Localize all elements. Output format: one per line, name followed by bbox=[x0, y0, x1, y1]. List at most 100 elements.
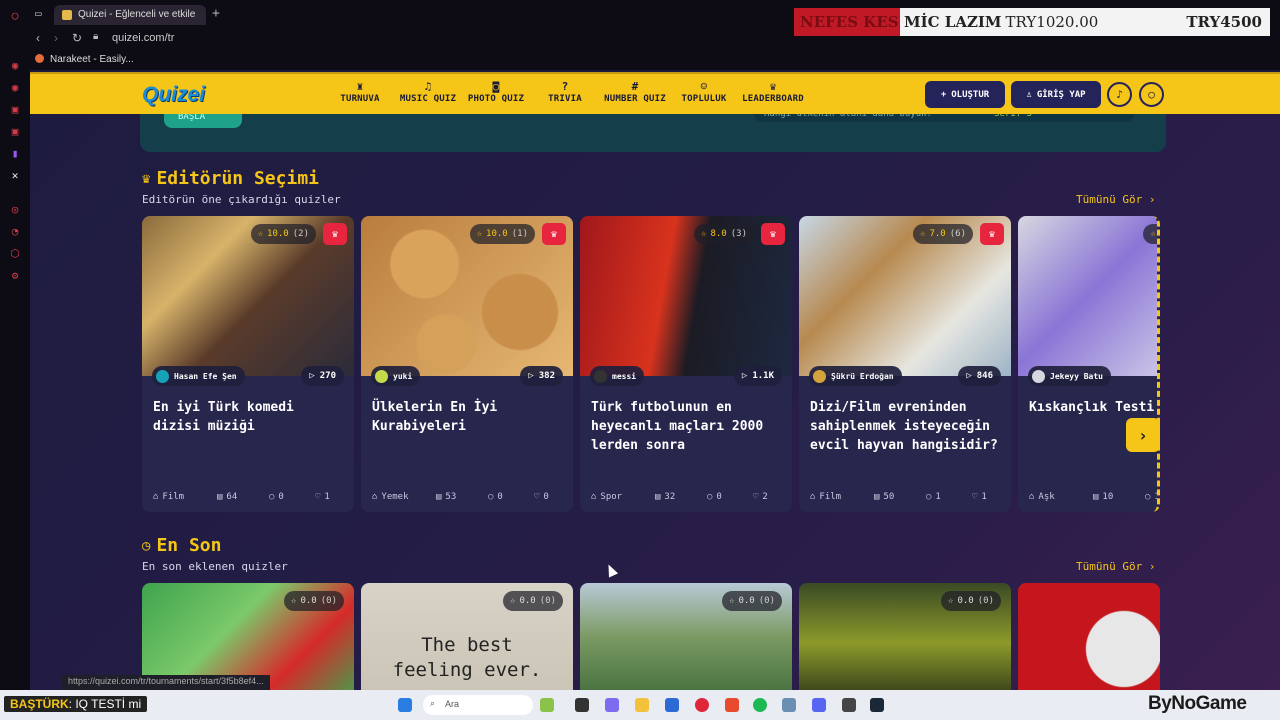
like-count[interactable]: ♡ 0 bbox=[534, 492, 549, 502]
latest-see-all[interactable]: Tümünü Gör › bbox=[1076, 560, 1155, 573]
quiz-title[interactable]: Dizi/Film evreninden sahiplenmek isteyec… bbox=[810, 398, 1004, 455]
quiz-card[interactable]: ☆ 0.0 (0) bbox=[142, 583, 354, 690]
nav-label: MUSIC QUIZ bbox=[399, 94, 457, 104]
quiz-card[interactable]: ☆ 10.0 (2) ♛ Hasan Efe Şen ▷ 270 En iyi Türk ko… bbox=[142, 216, 354, 512]
comments-value: 1 bbox=[935, 492, 941, 502]
users-icon: ☺ bbox=[700, 80, 708, 93]
sidebar-history-icon[interactable]: ◔ bbox=[0, 220, 30, 242]
windows-start-icon[interactable] bbox=[398, 698, 412, 712]
quiz-title[interactable]: En iyi Türk komedi dizisi müziği bbox=[153, 398, 347, 436]
rating-badge: ☆ 10.0 (1) bbox=[469, 224, 535, 244]
nav-music-quiz[interactable]: ♫ MUSIC QUIZ bbox=[396, 80, 460, 104]
quiz-title[interactable]: Kıskançlık Testi bbox=[1029, 398, 1157, 417]
editors-pick-see-all[interactable]: Tümünü Gör › bbox=[1076, 193, 1155, 206]
comment-icon: ○ bbox=[1145, 492, 1151, 502]
tag-icon: ⌂ bbox=[153, 492, 159, 502]
quiz-card[interactable]: ☆ 7.0 (6) ♛ Şükrü Erdoğan ▷ 846 Dizi/Film evren… bbox=[799, 216, 1011, 512]
store-icon[interactable] bbox=[665, 698, 679, 712]
rating-count: (0) bbox=[539, 596, 556, 606]
nav-topluluk[interactable]: ☺ TOPLULUK bbox=[678, 80, 730, 104]
tab-island-icon[interactable]: ▭ bbox=[35, 7, 42, 20]
nav-leaderboard[interactable]: ♛ LEADERBOARD bbox=[738, 80, 808, 104]
network-icon[interactable] bbox=[782, 698, 796, 712]
task-view-icon[interactable] bbox=[575, 698, 589, 712]
rating-value: 10.0 bbox=[267, 229, 289, 239]
forward-icon[interactable]: › bbox=[54, 31, 58, 45]
quiz-title[interactable]: Ülkelerin En İyi Kurabiyeleri bbox=[372, 398, 566, 436]
sidebar-player-icon[interactable]: ◎ bbox=[0, 198, 30, 220]
login-button[interactable]: ♙ GİRİŞ YAP bbox=[1011, 81, 1101, 108]
like-count[interactable]: ♡ 2 bbox=[753, 492, 768, 502]
author-name: yuki bbox=[393, 371, 413, 381]
back-icon[interactable]: ‹ bbox=[36, 31, 40, 45]
like-count[interactable]: ♡ 1 bbox=[315, 492, 330, 502]
nav-turnuva[interactable]: ♜ TURNUVA bbox=[330, 80, 390, 104]
comment-count: ○ 1 bbox=[926, 492, 972, 502]
sidebar-settings-icon[interactable]: ⚙ bbox=[0, 264, 30, 286]
search-icon[interactable]: ○ bbox=[1139, 82, 1164, 107]
taskbar-search[interactable]: ⌕ Ara bbox=[423, 695, 533, 715]
opera-logo-icon[interactable]: ◯ bbox=[0, 0, 30, 30]
obs-icon[interactable] bbox=[842, 698, 856, 712]
author-badge[interactable]: Şükrü Erdoğan bbox=[809, 366, 902, 386]
quizei-logo[interactable]: Quizei bbox=[142, 83, 205, 107]
sidebar-instagram-icon[interactable]: ▣ bbox=[0, 98, 30, 120]
quiz-title[interactable]: Türk futbolunun en heyecanlı maçları 200… bbox=[591, 398, 785, 455]
discord-icon[interactable] bbox=[812, 698, 826, 712]
overlay-right-value: TRY4500 bbox=[1186, 13, 1262, 31]
reload-icon[interactable]: ↻ bbox=[72, 31, 82, 45]
quiz-card[interactable]: ☆ 0.0 (0) bbox=[799, 583, 1011, 690]
rating-count: (6) bbox=[949, 229, 966, 239]
notifications-bell-icon[interactable]: ♪ bbox=[1107, 82, 1132, 107]
crown-icon: ♛ bbox=[142, 170, 151, 187]
copilot-icon[interactable] bbox=[605, 698, 619, 712]
quiz-card[interactable] bbox=[1018, 583, 1160, 690]
question-count: ▤ 53 bbox=[436, 492, 488, 502]
heart-icon: ♡ bbox=[315, 492, 321, 502]
sidebar-m-icon[interactable]: ▣ bbox=[0, 120, 30, 142]
author-badge[interactable]: Jekeyy Batu bbox=[1028, 366, 1111, 386]
sidebar-messenger-icon[interactable]: ◉ bbox=[0, 54, 30, 76]
steam-icon[interactable] bbox=[870, 698, 884, 712]
carousel-next-button[interactable]: › bbox=[1126, 418, 1160, 452]
nav-number-quiz[interactable]: # NUMBER QUIZ bbox=[600, 80, 670, 104]
bookmark-narakeet[interactable]: Narakeet - Easily... bbox=[35, 54, 134, 65]
see-all-label: Tümünü Gör bbox=[1076, 193, 1143, 206]
quiz-card[interactable]: The best feeling ever. ☆ 0.0 (0) bbox=[361, 583, 573, 690]
author-badge[interactable]: yuki bbox=[371, 366, 421, 386]
avatar bbox=[813, 369, 826, 383]
brave-icon[interactable] bbox=[725, 698, 739, 712]
create-button[interactable]: + OLUŞTUR bbox=[925, 81, 1005, 108]
questions-icon: ▤ bbox=[1093, 492, 1099, 502]
comment-count: ○ 0 bbox=[488, 492, 534, 502]
quiz-card[interactable]: ☆ 0.0 (0) bbox=[580, 583, 792, 690]
hash-icon: # bbox=[631, 80, 639, 93]
comment-count: ○ 0 bbox=[269, 492, 315, 502]
stream-ticker: BAŞTÜRK: IQ TESTİ mi bbox=[4, 696, 148, 712]
nav-photo-quiz[interactable]: ◙ PHOTO QUIZ bbox=[464, 80, 528, 104]
quiz-card[interactable]: ☆1.0Jekeyy BatuKıskançlık Testi⌂Aşk▤10○1 bbox=[1018, 216, 1160, 512]
quiz-card[interactable]: ☆ 8.0 (3) ♛ messi ▷ 1.1K Türk futbolunun en hey… bbox=[580, 216, 792, 512]
sidebar-whatsapp-icon[interactable]: ◉ bbox=[0, 76, 30, 98]
nav-trivia[interactable]: ? TRIVIA bbox=[540, 80, 590, 104]
opera-gx-icon[interactable] bbox=[695, 698, 709, 712]
file-explorer-icon[interactable] bbox=[635, 698, 649, 712]
sidebar-twitch-icon[interactable]: ▮ bbox=[0, 142, 30, 164]
tab-quizei[interactable]: Quizei - Eğlenceli ve etkile bbox=[54, 5, 206, 25]
rating-count: (2) bbox=[292, 229, 309, 239]
like-count[interactable]: ♡ 1 bbox=[972, 492, 987, 502]
play-icon: ▷ bbox=[528, 371, 534, 381]
author-badge[interactable]: messi bbox=[590, 366, 645, 386]
new-tab-icon[interactable]: + bbox=[212, 6, 220, 21]
url-input[interactable]: quizei.com/tr bbox=[112, 32, 174, 44]
bynogame-logo: ByNoGame bbox=[1148, 693, 1247, 714]
bookmarks-bar: Narakeet - Easily... bbox=[30, 50, 1280, 70]
author-badge[interactable]: Hasan Efe Şen bbox=[152, 366, 245, 386]
sidebar-extensions-icon[interactable]: ⬡ bbox=[0, 242, 30, 264]
quiz-card[interactable]: ☆ 10.0 (1) ♛ yuki ▷ 382 Ülkelerin En İyi Kurabi… bbox=[361, 216, 573, 512]
spotify-icon[interactable] bbox=[753, 698, 767, 712]
author-name: Şükrü Erdoğan bbox=[831, 371, 894, 381]
sidebar-x-icon[interactable]: ✕ bbox=[0, 164, 30, 186]
widgets-icon[interactable] bbox=[540, 698, 554, 712]
comments-value: 0 bbox=[497, 492, 503, 502]
